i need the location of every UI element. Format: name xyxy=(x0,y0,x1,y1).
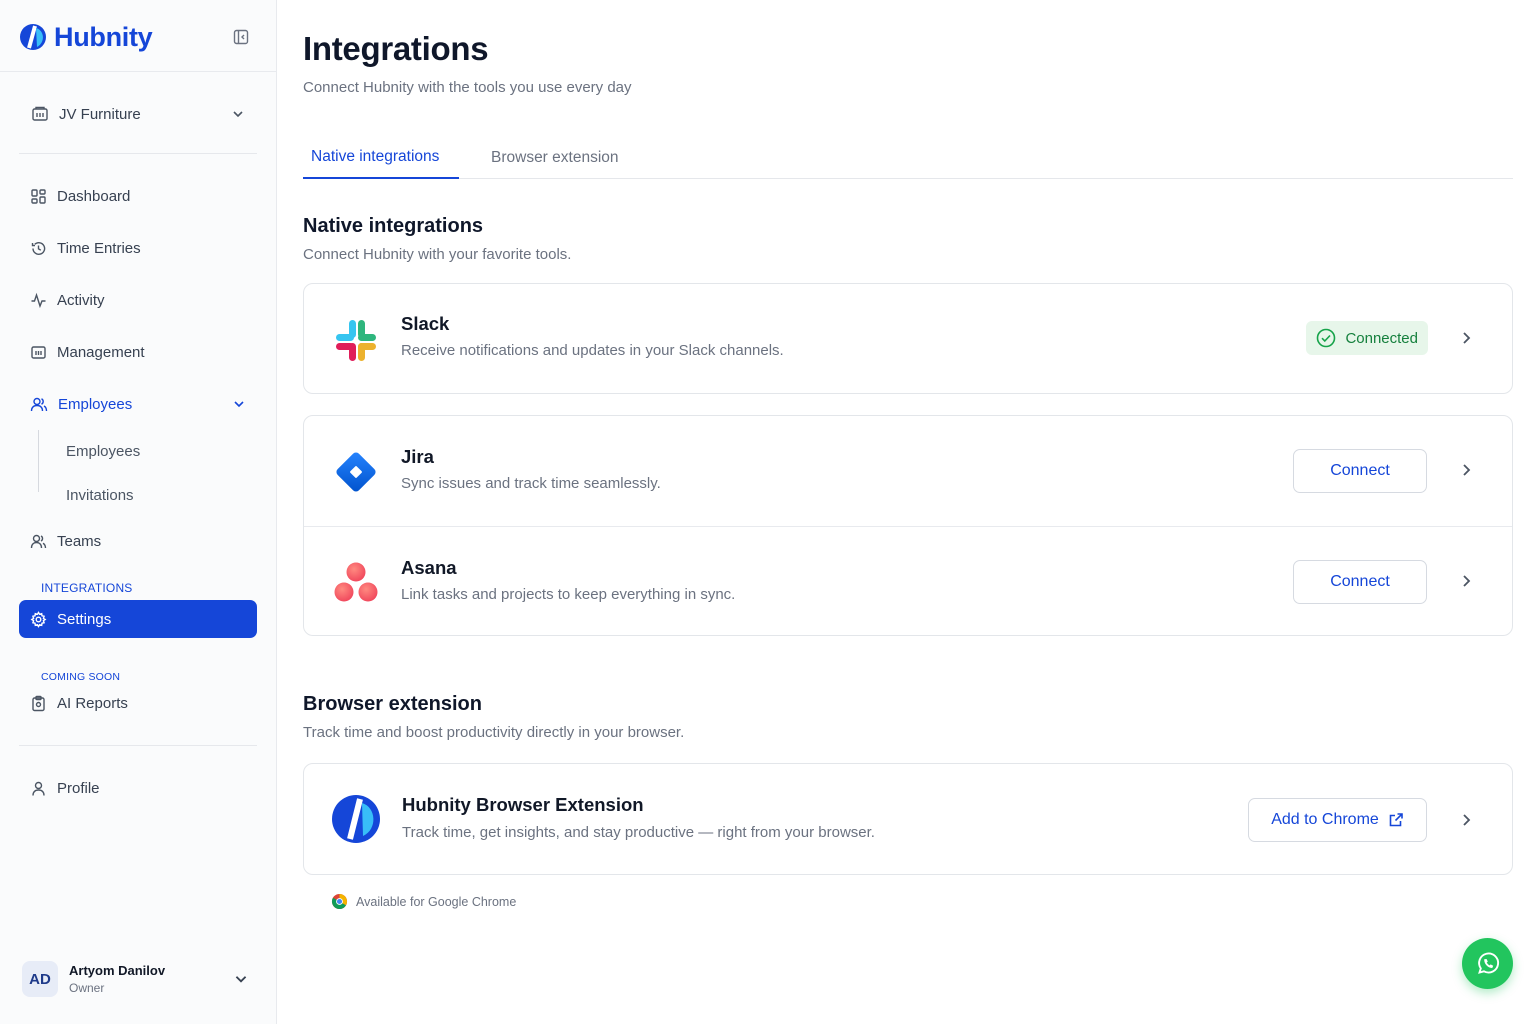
nav-time-entries[interactable]: Time Entries xyxy=(19,229,257,267)
page-title: Integrations xyxy=(303,30,489,67)
chevron-right-icon[interactable] xyxy=(1456,460,1476,480)
sidebar-collapse-icon xyxy=(233,29,249,45)
chevron-right-icon[interactable] xyxy=(1456,328,1476,348)
integration-name: Slack xyxy=(401,313,450,334)
section-label-coming-soon: COMING SOON xyxy=(41,671,121,683)
integration-row-slack[interactable]: Slack Receive notifications and updates … xyxy=(304,284,1512,394)
collapse-sidebar-button[interactable] xyxy=(231,27,251,47)
external-link-icon xyxy=(1389,813,1403,827)
dashboard-icon xyxy=(31,188,46,204)
user-icon xyxy=(32,781,45,796)
chevron-down-icon xyxy=(235,976,247,983)
tab-bar: Native integrations Browser extension xyxy=(303,136,1513,179)
nav-employees-label: Employees xyxy=(58,395,133,413)
nav-activity[interactable]: Activity xyxy=(19,281,257,319)
sidebar-divider xyxy=(19,745,257,746)
check-circle-icon xyxy=(1317,328,1336,348)
asana-connect-button[interactable]: Connect xyxy=(1293,560,1427,604)
nav-invitations[interactable]: Invitations xyxy=(66,482,134,508)
chrome-icon xyxy=(331,893,348,910)
user-menu[interactable]: AD Artyom Danilov Owner xyxy=(19,954,257,1004)
add-to-chrome-button[interactable]: Add to Chrome xyxy=(1248,798,1427,842)
building-icon xyxy=(32,106,48,121)
sidebar-header-divider xyxy=(0,71,276,72)
asana-logo-icon xyxy=(329,556,383,610)
nav-management[interactable]: Management xyxy=(19,333,257,371)
whatsapp-chat-button[interactable] xyxy=(1462,938,1513,989)
connected-status-label: Connected xyxy=(1345,329,1418,347)
integrations-card: Jira Sync issues and track time seamless… xyxy=(303,415,1513,636)
nav-ai-reports-label: AI Reports xyxy=(57,694,128,712)
user-role: Owner xyxy=(69,981,105,995)
hubnity-extension-logo-icon xyxy=(329,792,383,846)
nav-teams-label: Teams xyxy=(57,532,102,550)
nav-employees-sub[interactable]: Employees xyxy=(66,438,140,464)
native-section-title: Native integrations xyxy=(303,215,484,237)
clipboard-report-icon xyxy=(32,695,45,711)
avatar: AD xyxy=(22,961,58,997)
native-section-subtitle: Connect Hubnity with your favorite tools… xyxy=(303,246,572,263)
chevron-right-icon[interactable] xyxy=(1456,810,1476,830)
sidebar: Hubnity JV Furniture Dashboard Time Entr… xyxy=(0,0,277,1024)
nav-employees[interactable]: Employees xyxy=(19,385,257,423)
chevron-down-icon xyxy=(234,401,244,408)
integration-description: Sync issues and track time seamlessly. xyxy=(401,475,661,492)
nav-time-entries-label: Time Entries xyxy=(57,239,141,257)
nav-teams[interactable]: Teams xyxy=(19,522,257,560)
tab-native-integrations[interactable]: Native integrations xyxy=(303,136,459,179)
nav-profile[interactable]: Profile xyxy=(19,769,257,807)
user-name: Artyom Danilov xyxy=(69,963,166,978)
main-content: Integrations Connect Hubnity with the to… xyxy=(303,0,1513,1024)
integration-row-asana[interactable]: Asana Link tasks and projects to keep ev… xyxy=(304,526,1512,636)
chevron-right-icon[interactable] xyxy=(1456,571,1476,591)
extension-name: Hubnity Browser Extension xyxy=(402,794,644,815)
whatsapp-icon xyxy=(1477,952,1499,974)
sidebar-divider xyxy=(19,153,257,154)
browser-extension-card[interactable]: Hubnity Browser Extension Track time, ge… xyxy=(303,763,1513,875)
history-clock-icon xyxy=(31,241,46,255)
brand[interactable]: Hubnity xyxy=(18,20,153,54)
integration-description: Link tasks and projects to keep everythi… xyxy=(401,586,736,603)
tab-browser-extension[interactable]: Browser extension xyxy=(491,136,619,179)
workspace-name: JV Furniture xyxy=(59,105,141,123)
brand-name: Hubnity xyxy=(54,21,153,52)
jira-logo-icon xyxy=(329,445,383,499)
integration-name: Jira xyxy=(401,446,434,467)
connected-status-badge: Connected xyxy=(1306,321,1428,355)
nav-ai-reports[interactable]: AI Reports xyxy=(19,684,257,722)
hubnity-logo-icon xyxy=(20,24,46,50)
slack-card[interactable]: Slack Receive notifications and updates … xyxy=(303,283,1513,394)
submenu-tree-line xyxy=(38,430,39,492)
nav-dashboard[interactable]: Dashboard xyxy=(19,177,257,215)
team-icon xyxy=(30,534,47,548)
extension-row[interactable]: Hubnity Browser Extension Track time, ge… xyxy=(304,764,1512,876)
chrome-availability-text: Available for Google Chrome xyxy=(356,894,517,909)
slack-logo-icon xyxy=(329,313,383,367)
chrome-availability-note: Available for Google Chrome xyxy=(331,893,516,910)
gear-icon xyxy=(30,610,47,628)
workspace-selector[interactable]: JV Furniture xyxy=(19,94,257,134)
integration-row-jira[interactable]: Jira Sync issues and track time seamless… xyxy=(304,416,1512,526)
nav-activity-label: Activity xyxy=(57,291,105,309)
management-icon xyxy=(31,345,46,359)
jira-connect-button[interactable]: Connect xyxy=(1293,449,1427,493)
nav-settings[interactable]: Settings xyxy=(19,600,257,638)
integration-description: Receive notifications and updates in you… xyxy=(401,342,784,359)
nav-settings-label: Settings xyxy=(57,610,112,628)
nav-management-label: Management xyxy=(57,343,145,361)
browser-section-subtitle: Track time and boost productivity direct… xyxy=(303,724,685,741)
browser-section-title: Browser extension xyxy=(303,693,482,715)
activity-pulse-icon xyxy=(31,292,46,308)
extension-description: Track time, get insights, and stay produ… xyxy=(402,824,875,841)
integration-name: Asana xyxy=(401,557,457,578)
add-to-chrome-label: Add to Chrome xyxy=(1271,811,1379,828)
chevron-down-icon xyxy=(233,111,243,118)
users-icon xyxy=(30,397,48,411)
nav-dashboard-label: Dashboard xyxy=(57,187,131,205)
section-label-integrations: INTEGRATIONS xyxy=(41,581,133,595)
page-subtitle: Connect Hubnity with the tools you use e… xyxy=(303,79,632,96)
nav-profile-label: Profile xyxy=(57,779,100,797)
